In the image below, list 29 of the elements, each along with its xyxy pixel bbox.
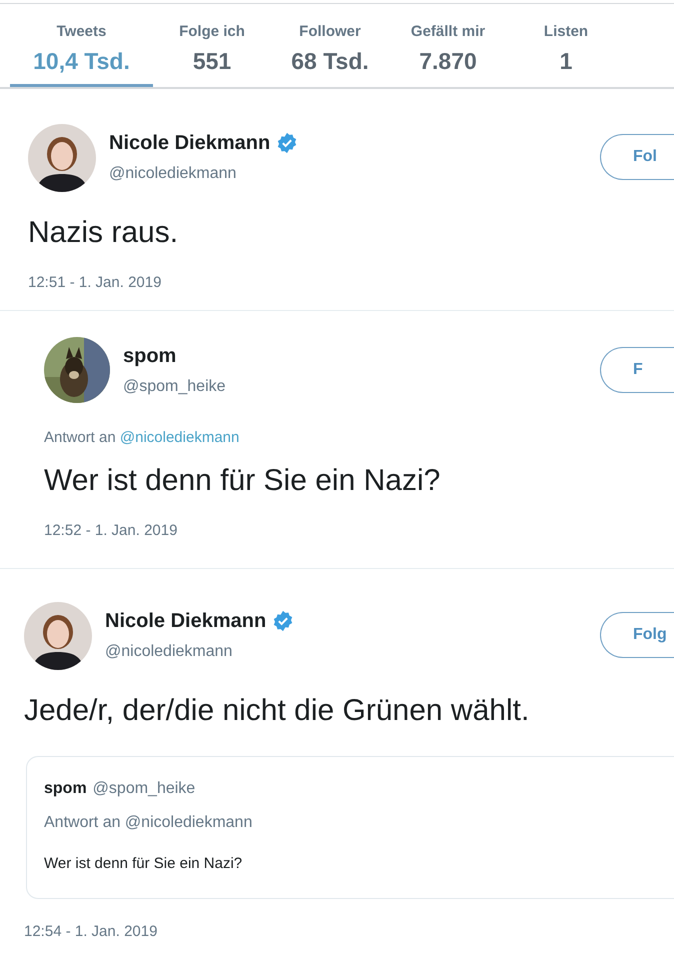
user-name[interactable]: spom [123, 341, 176, 371]
tweet-timestamp[interactable]: 12:51 - 1. Jan. 2019 [28, 272, 674, 294]
stat-tab[interactable]: Follower 68 Tsd. [271, 4, 389, 87]
user-name[interactable]: Nicole Diekmann [105, 606, 266, 636]
verified-badge-icon [272, 610, 294, 632]
tweet-timestamp[interactable]: 12:54 - 1. Jan. 2019 [24, 920, 674, 960]
user-name[interactable]: Nicole Diekmann [109, 128, 270, 158]
stat-tab[interactable]: Folge ich 551 [153, 4, 271, 87]
user-handle[interactable]: @nicolediekmann [109, 162, 298, 186]
quoted-user-handle: @spom_heike [92, 779, 196, 799]
mention-link[interactable]: @nicolediekmann [120, 429, 240, 446]
quoted-tweet-text: Wer ist denn für Sie ein Nazi? [44, 854, 244, 874]
quoted-user-name: spom [44, 779, 87, 799]
user-handle[interactable]: @spom_heike [123, 375, 226, 399]
follow-button[interactable]: F [600, 347, 674, 393]
verified-badge-icon [276, 132, 298, 154]
follow-button[interactable]: Fol [600, 134, 674, 180]
tweet-timestamp[interactable]: 12:52 - 1. Jan. 2019 [44, 520, 674, 542]
tweet-text: Nazis raus. [28, 215, 180, 251]
stat-tab[interactable]: Tweets 10,4 Tsd. [10, 4, 153, 87]
reply-context: Antwort an @nicolediekmann [44, 813, 254, 833]
stat-tab[interactable]: Listen 1 [507, 4, 625, 87]
tweet-text: Jede/r, der/die nicht die Grünen wählt. [24, 693, 530, 729]
follow-button[interactable]: Folg [600, 612, 674, 658]
user-handle[interactable]: @nicolediekmann [105, 640, 294, 664]
reply-context: Antwort an @nicolediekmann [44, 428, 240, 448]
tweet-text: Wer ist denn für Sie ein Nazi? [44, 462, 442, 498]
stat-tab[interactable]: Gefällt mir 7.870 [389, 4, 507, 87]
quoted-tweet[interactable]: spom @spom_heike Antwort an @nicolediekmann Wer ist denn für Sie ein Nazi? [26, 756, 674, 898]
